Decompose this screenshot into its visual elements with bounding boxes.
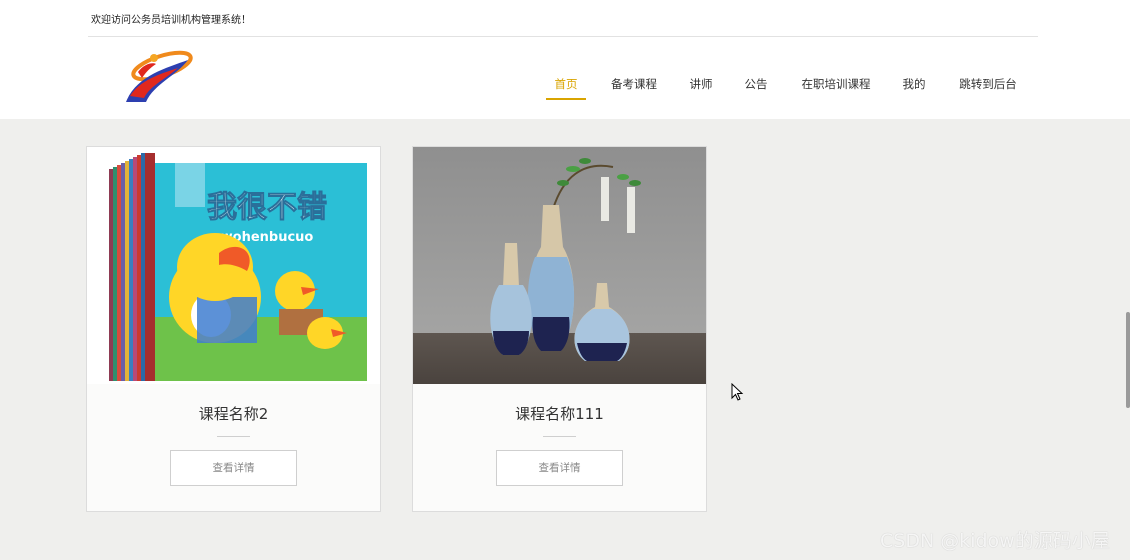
nav-item-mine[interactable]: 我的 (897, 70, 931, 100)
view-details-button[interactable]: 查看详情 (496, 450, 623, 486)
watermark-text: CSDN @kidow的源码小屋 (880, 530, 1110, 552)
picture-book-cover-image[interactable]: 我很不错 wohenbucuo (87, 147, 380, 384)
nav-item-home[interactable]: 首页 (546, 70, 586, 100)
nav-item-exam-courses[interactable]: 备考课程 (606, 70, 662, 100)
header-divider (88, 36, 1038, 37)
main-nav: 首页 备考课程 讲师 公告 在职培训课程 我的 跳转到后台 (0, 70, 1130, 100)
welcome-text: 欢迎访问公务员培训机构管理系统！ (91, 15, 251, 26)
course-card: 课程名称111 查看详情 (412, 146, 707, 512)
mouse-pointer-icon (731, 382, 745, 401)
course-card: 我很不错 wohenbucuo 课程名称2 查看详情 (86, 146, 381, 512)
nav-item-inservice-courses[interactable]: 在职培训课程 (796, 70, 876, 100)
nav-item-admin-jump[interactable]: 跳转到后台 (953, 70, 1023, 100)
course-title[interactable]: 课程名称111 (413, 403, 706, 424)
nav-item-announcements[interactable]: 公告 (739, 70, 773, 100)
title-divider (543, 436, 576, 437)
book-title-text: 我很不错 (207, 190, 327, 225)
title-divider (217, 436, 250, 437)
course-title[interactable]: 课程名称2 (87, 403, 380, 424)
vertical-scrollbar[interactable] (1126, 312, 1130, 408)
view-details-button[interactable]: 查看详情 (170, 450, 297, 486)
ceramic-vases-image[interactable] (413, 147, 706, 384)
nav-item-lecturers[interactable]: 讲师 (684, 70, 718, 100)
site-header: 欢迎访问公务员培训机构管理系统！ 首页 备考课程 讲师 公告 在职培训课程 我的… (0, 0, 1130, 119)
